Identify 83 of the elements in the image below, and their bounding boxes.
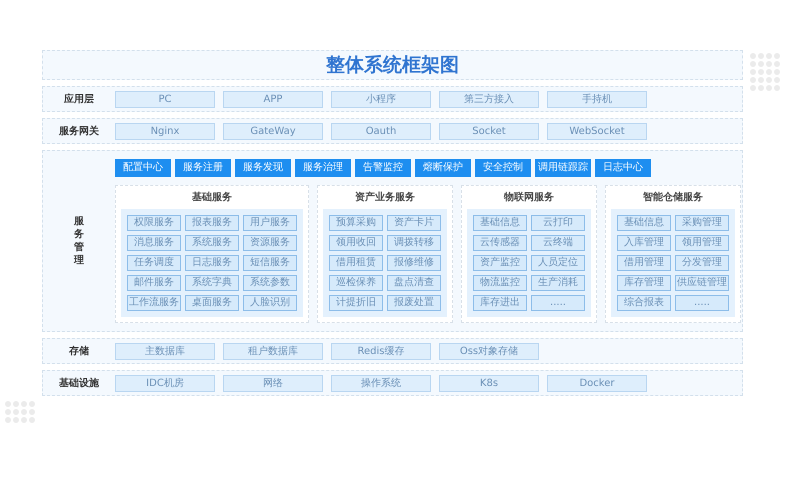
service-item: .....: [531, 295, 585, 311]
layer-item: Socket: [439, 122, 539, 140]
service-item: 基础信息: [617, 215, 671, 231]
service-item: 盘点清查: [387, 275, 441, 291]
layer-item: 主数据库: [115, 342, 215, 360]
service-item: 任务调度: [127, 255, 181, 271]
layer-item: Docker: [547, 374, 647, 392]
service-item: 资源服务: [243, 235, 297, 251]
layer-label: 服务网关: [58, 124, 100, 138]
service-item: 报废处置: [387, 295, 441, 311]
layer-item: Oss对象存储: [439, 342, 539, 360]
service-item: 预算采购: [329, 215, 383, 231]
service-item: 权限服务: [127, 215, 181, 231]
service-item: 系统服务: [185, 235, 239, 251]
service-item: 领用管理: [675, 235, 729, 251]
layer-item: IDC机房: [115, 374, 215, 392]
service-item: 云传感器: [473, 235, 527, 251]
service-item: .....: [675, 295, 729, 311]
service-item: 工作流服务: [127, 295, 181, 311]
layer-item: 操作系统: [331, 374, 431, 392]
module-button[interactable]: 日志中心: [595, 159, 651, 177]
service-item: 基础信息: [473, 215, 527, 231]
service-item: 系统参数: [243, 275, 297, 291]
group-title: 基础服务: [191, 190, 233, 205]
layer-item: 第三方接入: [439, 90, 539, 108]
module-button[interactable]: 服务治理: [295, 159, 351, 177]
module-button[interactable]: 熔断保护: [415, 159, 471, 177]
module-button[interactable]: 配置中心: [115, 159, 171, 177]
service-item: 云打印: [531, 215, 585, 231]
layer-item: Oauth: [331, 122, 431, 140]
service-item: 领用收回: [329, 235, 383, 251]
service-item: 巡检保养: [329, 275, 383, 291]
group-title: 物联网服务: [502, 190, 555, 205]
service-item: 用户服务: [243, 215, 297, 231]
layer-label: 应用层: [63, 92, 95, 106]
service-item: 物流监控: [473, 275, 527, 291]
service-item: 库存进出: [473, 295, 527, 311]
layer-item: 手持机: [547, 90, 647, 108]
layer-item: PC: [115, 90, 215, 108]
module-button[interactable]: 服务发现: [235, 159, 291, 177]
service-item: 云终端: [531, 235, 585, 251]
service-item: 系统字典: [185, 275, 239, 291]
service-item: 借用管理: [617, 255, 671, 271]
layer-item: GateWay: [223, 122, 323, 140]
layer-item: WebSocket: [547, 122, 647, 140]
service-item: 资产卡片: [387, 215, 441, 231]
service-item: 供应链管理: [675, 275, 729, 291]
service-item: 短信服务: [243, 255, 297, 271]
service-item: 人脸识别: [243, 295, 297, 311]
service-item: 借用租赁: [329, 255, 383, 271]
service-item: 人员定位: [531, 255, 585, 271]
module-button[interactable]: 服务注册: [175, 159, 231, 177]
service-item: 日志服务: [185, 255, 239, 271]
service-item: 计提折旧: [329, 295, 383, 311]
layer-label: 存储: [68, 344, 90, 358]
service-item: 报表服务: [185, 215, 239, 231]
layer-label: 服务管理: [74, 215, 84, 267]
layer-item: 小程序: [331, 90, 431, 108]
layer-item: APP: [223, 90, 323, 108]
group-title: 智能仓储服务: [642, 190, 704, 205]
service-item: 消息服务: [127, 235, 181, 251]
module-button[interactable]: 告警监控: [355, 159, 411, 177]
layer-item: Nginx: [115, 122, 215, 140]
module-button[interactable]: 安全控制: [475, 159, 531, 177]
layer-item: 租户数据库: [223, 342, 323, 360]
service-item: 桌面服务: [185, 295, 239, 311]
service-item: 入库管理: [617, 235, 671, 251]
service-item: 分发管理: [675, 255, 729, 271]
service-item: 邮件服务: [127, 275, 181, 291]
layer-item: K8s: [439, 374, 539, 392]
group-title: 资产业务服务: [354, 190, 416, 205]
service-item: 报修维修: [387, 255, 441, 271]
layer-label: 基础设施: [58, 376, 100, 390]
service-item: 生产消耗: [531, 275, 585, 291]
diagram-title: 整体系统框架图: [42, 50, 743, 80]
module-button[interactable]: 调用链跟踪: [535, 159, 591, 177]
service-item: 库存管理: [617, 275, 671, 291]
service-item: 采购管理: [675, 215, 729, 231]
layer-item: 网络: [223, 374, 323, 392]
service-item: 资产监控: [473, 255, 527, 271]
service-item: 综合报表: [617, 295, 671, 311]
service-item: 调拨转移: [387, 235, 441, 251]
layer-item: Redis缓存: [331, 342, 431, 360]
